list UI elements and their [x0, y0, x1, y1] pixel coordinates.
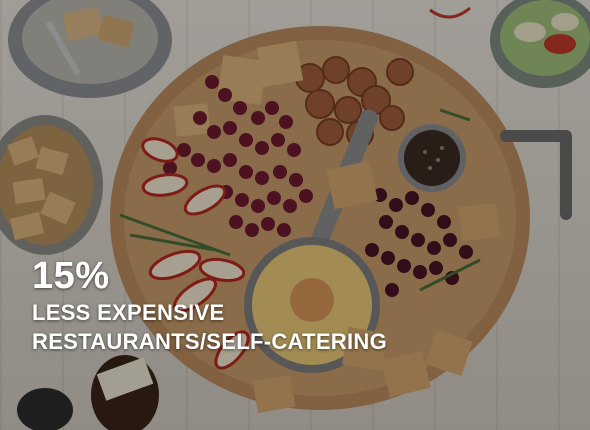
caption: 15% LESS EXPENSIVE RESTAURANTS/SELF-CATE… [32, 254, 387, 356]
caption-line-2: RESTAURANTS/SELF-CATERING [32, 329, 388, 354]
dark-overlay [0, 0, 590, 430]
hero-photo: 15% LESS EXPENSIVE RESTAURANTS/SELF-CATE… [0, 0, 590, 430]
percentage-text: 15% [32, 255, 110, 297]
caption-line-1: LESS EXPENSIVE [32, 300, 225, 325]
